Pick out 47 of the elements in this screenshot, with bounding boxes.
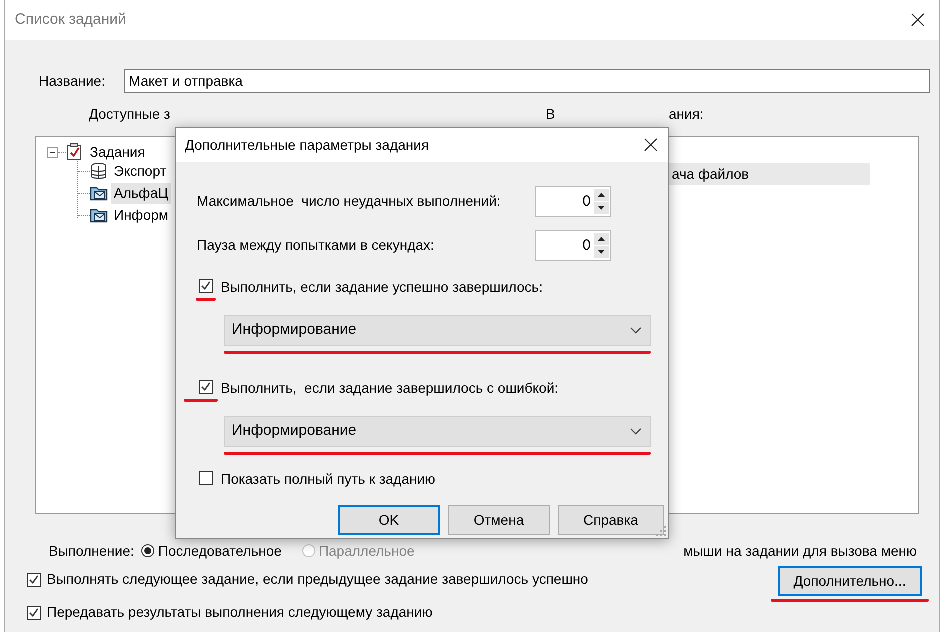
close-icon[interactable] [644,138,658,152]
database-icon [90,162,108,180]
tree-item[interactable]: АльфаЦ [111,182,172,204]
section-label: ания: [669,106,704,122]
checkbox[interactable] [27,572,41,586]
clipboard-icon [66,143,84,161]
dialog-button[interactable]: Справка [558,505,664,535]
checkbox[interactable] [199,471,213,485]
tree-item[interactable]: Задания [87,142,148,162]
execution-label: Выполнение: [49,542,134,560]
checkbox-label[interactable]: Выполнить, если задание завершилось с ошибкой: [221,380,559,402]
field-label: Максимальное число неудачных выполнений: [197,192,502,211]
tree-item[interactable]: Информ [111,204,172,226]
window-title: Список заданий [15,10,126,30]
checkbox-label[interactable]: Выполнять следующее задание, если предыдущее задание завершилось успешно [47,569,588,590]
tree-item[interactable]: Экспорт [111,160,170,182]
name-field[interactable]: Макет и отправка [124,69,930,93]
section-label: В [546,106,556,122]
dialog-title: Дополнительные параметры задания [185,136,430,155]
dropdown[interactable]: Информирование [224,315,651,346]
up-arrow-icon [598,193,605,197]
down-arrow-icon [598,250,605,254]
section-label: Доступные з [88,106,170,122]
dropdown[interactable]: Информирование [224,416,651,447]
spin-field[interactable]: 0 [535,230,611,261]
checkbox[interactable] [27,606,41,620]
resize-grip-icon [656,526,666,536]
radio-label[interactable]: Последовательное [158,540,282,562]
dialog-button[interactable]: Отмена [448,505,550,535]
checkbox-label[interactable]: Показать полный путь к заданию [221,471,436,487]
checkbox-label[interactable]: Передавать результаты выполнения следующему заданию [47,602,433,623]
dialog-button[interactable]: OK [338,505,440,535]
collapse-icon[interactable] [47,146,58,158]
chevron-down-icon [630,428,642,435]
down-arrow-icon [598,206,605,210]
more-button[interactable]: Дополнительно... [778,566,922,596]
close-icon[interactable] [911,13,925,27]
name-label: Название: [39,72,106,90]
chevron-down-icon [630,327,642,334]
field-label: Пауза между попытками в секундах: [197,236,436,255]
hint-text: мыши на задании для вызова меню [684,542,917,561]
checkbox[interactable] [199,279,213,293]
checkbox-label[interactable]: Выполнить, если задание успешно завершилось: [221,279,543,301]
checkbox[interactable] [199,380,213,394]
up-arrow-icon [598,237,605,241]
radio-button[interactable] [141,544,156,558]
spin-field[interactable]: 0 [535,186,611,217]
